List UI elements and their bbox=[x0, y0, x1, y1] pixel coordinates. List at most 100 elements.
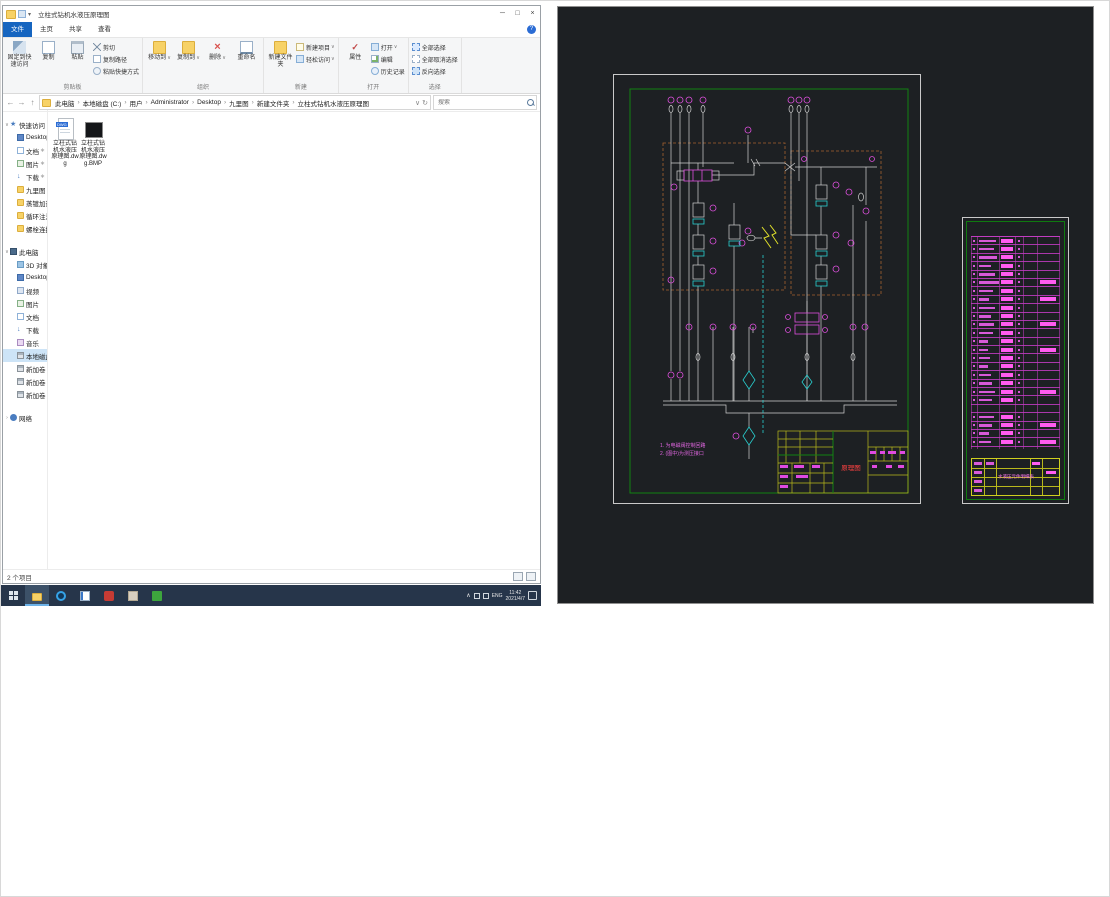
breadcrumb-segment[interactable]: 九里图 bbox=[227, 98, 251, 108]
ribbon-button[interactable]: 固定到快速访问 bbox=[6, 40, 33, 69]
bom-title-block: 水液压元件明细表 bbox=[971, 458, 1060, 496]
action-center-icon[interactable] bbox=[528, 591, 537, 600]
sidebar-item[interactable]: ↓ 下载 bbox=[3, 323, 47, 336]
breadcrumb-segment[interactable]: Administrator bbox=[149, 99, 191, 106]
file-dwg[interactable]: DWG 立柱式钻机水液压原理图.dwg bbox=[51, 118, 79, 167]
refresh-icon[interactable]: ↻ bbox=[422, 99, 428, 107]
part-spec-chip bbox=[1001, 263, 1013, 268]
sidebar-item[interactable]: 九里图 bbox=[3, 183, 47, 196]
qat-dropdown-icon[interactable]: ▾ bbox=[28, 11, 31, 18]
part-spec-chip bbox=[1001, 246, 1013, 251]
sidebar-item[interactable]: 蒸镀加热 bbox=[3, 196, 47, 209]
sidebar-item[interactable]: 新加卷 (D:) bbox=[3, 362, 47, 375]
parts-table-column-line bbox=[1023, 237, 1024, 449]
tray-chevron-icon[interactable]: ∧ bbox=[466, 592, 470, 599]
qat-button-icon[interactable] bbox=[18, 10, 26, 18]
sidebar-item[interactable]: 新加卷 (E:) bbox=[3, 375, 47, 388]
beige-app[interactable] bbox=[121, 585, 145, 606]
start-button[interactable] bbox=[1, 585, 25, 606]
sidebar-item[interactable]: 图片 bbox=[3, 297, 47, 310]
address-dropdown-icon[interactable]: ∨ bbox=[415, 99, 420, 107]
ribbon-button[interactable]: 编辑 bbox=[370, 53, 405, 65]
ribbon-button[interactable]: 复制到∨ bbox=[175, 40, 202, 62]
ribbon-button[interactable]: 全部取消选择 bbox=[411, 53, 458, 65]
note-line-1: 1. 为电磁阀控制回路 bbox=[660, 442, 706, 449]
sidebar-item[interactable]: 视频 bbox=[3, 284, 47, 297]
item-count: 2 个项目 bbox=[7, 574, 32, 582]
ribbon-button[interactable]: 剪切 bbox=[93, 41, 139, 53]
ribbon-button[interactable]: 复制路径 bbox=[93, 53, 139, 65]
back-icon[interactable]: ← bbox=[6, 98, 15, 107]
breadcrumb-segment[interactable]: 新建文件夹 bbox=[255, 98, 292, 108]
folder-icon bbox=[6, 9, 16, 19]
sidebar-item[interactable]: 新加卷 (F:) bbox=[3, 388, 47, 401]
sidebar-item[interactable]: 3D 对象 bbox=[3, 258, 47, 271]
help-icon[interactable]: ? bbox=[527, 25, 536, 34]
sidebar-item[interactable]: 文档 bbox=[3, 310, 47, 323]
breadcrumb-segment[interactable]: Desktop bbox=[195, 99, 223, 106]
green-app[interactable] bbox=[145, 585, 169, 606]
folder-icon bbox=[17, 225, 24, 232]
ime-tray-icon[interactable] bbox=[482, 592, 489, 599]
ribbon-button[interactable]: ✓ 属性 bbox=[342, 40, 369, 62]
sidebar-item[interactable]: Desktop bbox=[3, 271, 47, 284]
breadcrumb-segment[interactable]: 用户 bbox=[127, 98, 144, 108]
list-view-icon[interactable] bbox=[513, 572, 523, 581]
ribbon-button[interactable]: 重命名 bbox=[233, 40, 260, 62]
sidebar-item[interactable]: › 网络 bbox=[3, 411, 47, 424]
ribbon-button[interactable]: 粘贴快捷方式 bbox=[93, 65, 139, 77]
ribbon-button[interactable]: 复制 bbox=[35, 40, 62, 62]
maximize-button[interactable]: □ bbox=[510, 6, 525, 22]
ribbon-button[interactable]: 移动到∨ bbox=[146, 40, 173, 62]
sidebar-item[interactable]: 循环注油模型 bbox=[3, 209, 47, 222]
ribbon-button[interactable]: 新建文件夹 bbox=[267, 40, 294, 69]
sidebar-item[interactable]: ↓ 下载 ∗ bbox=[3, 170, 47, 183]
tab-view[interactable]: 查看 bbox=[90, 22, 119, 37]
device-tray-icon[interactable] bbox=[473, 592, 480, 599]
ribbon-button[interactable]: 轻松访问 ∨ bbox=[296, 53, 335, 65]
tab-share[interactable]: 共享 bbox=[61, 22, 90, 37]
ribbon-button[interactable]: 新建项目 ∨ bbox=[296, 41, 335, 53]
part-spec-chip bbox=[1001, 389, 1013, 394]
forward-icon[interactable]: → bbox=[17, 98, 26, 107]
file-explorer[interactable] bbox=[25, 585, 49, 606]
part-name-chip bbox=[979, 281, 999, 284]
breadcrumb-segment[interactable]: 此电脑 bbox=[53, 98, 77, 108]
red-app[interactable] bbox=[97, 585, 121, 606]
clock[interactable]: 11:42 2021/4/7 bbox=[506, 590, 525, 602]
part-name-chip bbox=[979, 315, 991, 318]
file-bmp[interactable]: 立柱式钻机水液压原理图.dwg.BMP bbox=[79, 118, 107, 167]
breadcrumb-segment[interactable]: 立柱式钻机水液压原理图 bbox=[296, 98, 372, 108]
tab-home[interactable]: 主页 bbox=[32, 22, 61, 37]
sidebar-item[interactable]: 音乐 bbox=[3, 336, 47, 349]
close-button[interactable]: × bbox=[525, 6, 540, 22]
tab-file[interactable]: 文件 bbox=[3, 22, 32, 37]
parts-table-column-line bbox=[977, 237, 978, 449]
ribbon-button[interactable]: × 删除∨ bbox=[204, 40, 231, 62]
sidebar-item[interactable]: ∨ 此电脑 bbox=[3, 245, 47, 258]
browser[interactable] bbox=[49, 585, 73, 606]
language-indicator[interactable]: ENG bbox=[492, 593, 503, 599]
sidebar-item[interactable]: 螺栓连接图 bbox=[3, 222, 47, 235]
search-icon[interactable] bbox=[527, 99, 534, 106]
ribbon-button[interactable]: 历史记录 bbox=[370, 65, 405, 77]
sidebar-item[interactable]: ∨ ★ 快速访问 bbox=[3, 118, 47, 131]
sidebar-item[interactable]: 本地磁盘 (C:) bbox=[3, 349, 47, 362]
ribbon-button[interactable]: 反向选择 bbox=[411, 65, 458, 77]
ribbon-button[interactable]: 粘贴 bbox=[64, 40, 91, 62]
sidebar-item[interactable]: 图片 ∗ bbox=[3, 157, 47, 170]
minimize-button[interactable]: ─ bbox=[495, 6, 510, 22]
ribbon-button[interactable]: 全部选择 bbox=[411, 41, 458, 53]
up-icon[interactable]: ↑ bbox=[28, 98, 37, 107]
address-box[interactable]: 此电脑 › 本地磁盘 (C:) › 用户 › Administrator › Desktop › 九… bbox=[39, 95, 431, 110]
thumbnail-view-icon[interactable] bbox=[526, 572, 536, 581]
wps-document[interactable] bbox=[73, 585, 97, 606]
sidebar-item[interactable]: Desktop∗ bbox=[3, 131, 47, 144]
sidebar-item-label: 3D 对象 bbox=[26, 262, 47, 270]
search-input[interactable] bbox=[436, 98, 527, 107]
sidebar-item[interactable]: 文档 ∗ bbox=[3, 144, 47, 157]
row-number-chip bbox=[973, 348, 975, 351]
pictures-icon bbox=[17, 160, 24, 167]
breadcrumb-segment[interactable]: 本地磁盘 (C:) bbox=[81, 98, 124, 108]
ribbon-button[interactable]: 打开 ∨ bbox=[370, 41, 405, 53]
